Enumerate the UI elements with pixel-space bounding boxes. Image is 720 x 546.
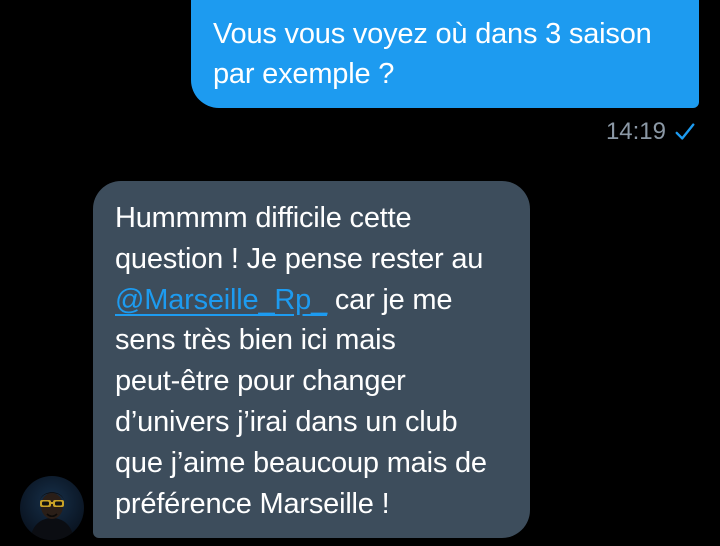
- incoming-message-line: question ! Je pense rester au: [115, 242, 484, 275]
- avatar-icon: [30, 492, 74, 540]
- incoming-message-line: que j’aime beaucoup mais de: [115, 446, 487, 479]
- checkmark-icon: [675, 123, 695, 140]
- outgoing-message-line: par exemple ?: [213, 58, 395, 90]
- incoming-message-line: sens très bien ici mais: [115, 324, 396, 357]
- dm-conversation: Vous vous voyez où dans 3 saison par exe…: [0, 0, 720, 546]
- incoming-message-line: Hummmm difficile cette: [115, 202, 412, 234]
- outgoing-message-bubble[interactable]: Vous vous voyez où dans 3 saison par exe…: [191, 0, 699, 108]
- incoming-message-line: préférence Marseille !: [115, 487, 390, 520]
- incoming-message-text: car je me: [327, 283, 453, 316]
- message-timestamp: 14:19: [605, 118, 666, 145]
- outgoing-message-meta: 14:19: [606, 114, 696, 150]
- incoming-message-bubble[interactable]: Hummmm difficile cette question ! Je pen…: [93, 181, 530, 538]
- incoming-message-line: d’univers j’irai dans un club: [115, 405, 458, 438]
- outgoing-message-line: Vous vous voyez où dans 3 saison: [213, 18, 652, 50]
- sender-avatar[interactable]: [20, 476, 84, 540]
- incoming-message-line: peut-être pour changer: [115, 365, 406, 398]
- mention-link[interactable]: @Marseille_Rp_: [115, 284, 327, 316]
- incoming-message-line: @Marseille_Rp_ car je me: [115, 280, 510, 321]
